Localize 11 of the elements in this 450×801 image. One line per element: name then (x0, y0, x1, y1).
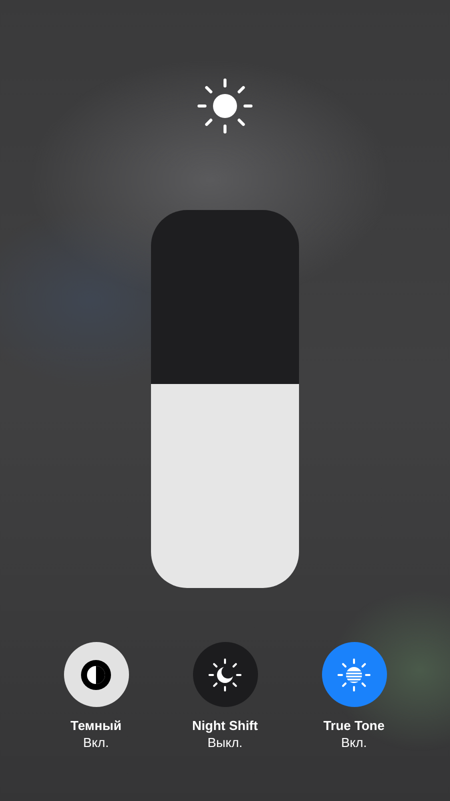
half-circle-icon (80, 658, 112, 690)
sun-moon-icon (208, 658, 242, 692)
sun-icon (337, 658, 371, 692)
toggle-status: Вкл. (341, 735, 367, 750)
toggle-status: Вкл. (83, 735, 109, 750)
toggle-label: Night Shift (192, 718, 258, 733)
toggle-label: Темный (70, 718, 122, 733)
toggle-status: Выкл. (207, 735, 243, 750)
toggle-label: True Tone (323, 718, 385, 733)
brightness-icon (196, 77, 254, 135)
brightness-slider[interactable] (151, 210, 299, 588)
